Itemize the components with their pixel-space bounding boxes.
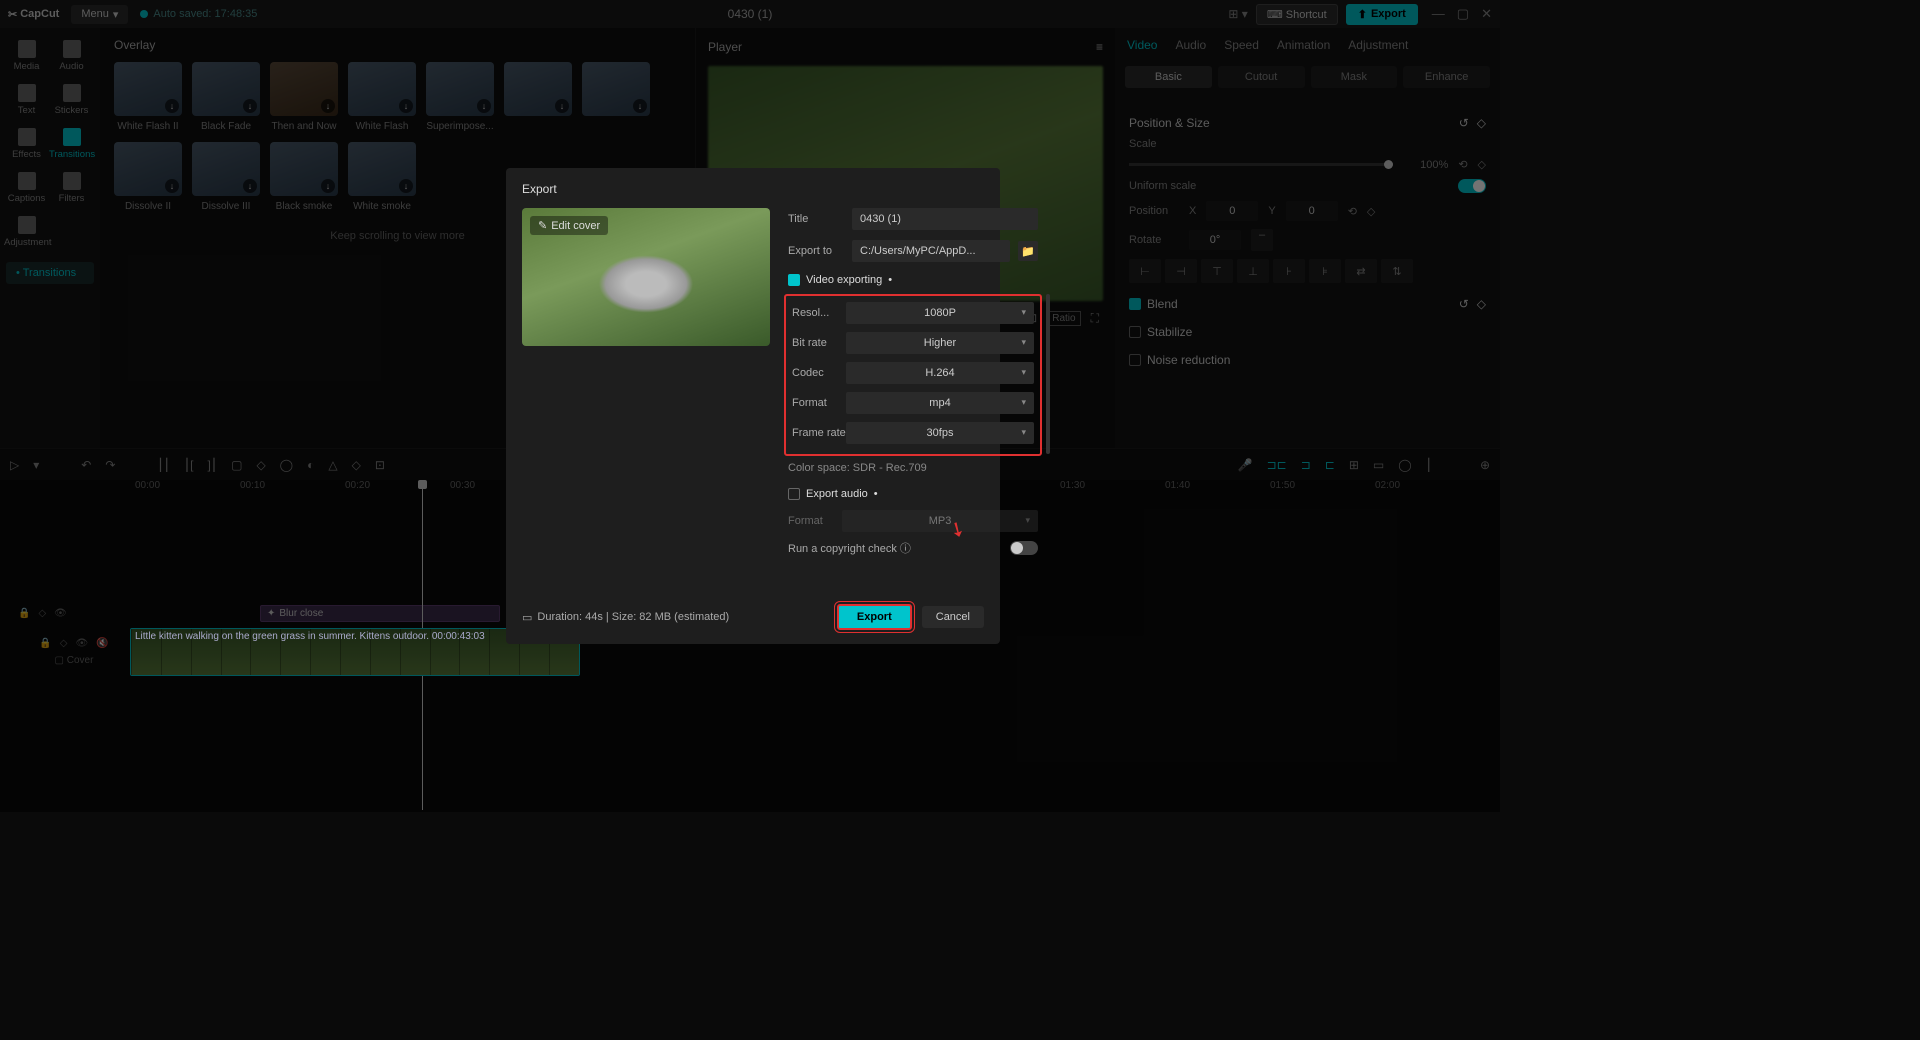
folder-icon[interactable]: 📁 [1018, 241, 1038, 261]
highlight-box: Resol...1080P Bit rateHigher CodecH.264 … [784, 294, 1042, 456]
bitrate-label: Bit rate [792, 337, 846, 349]
audio-format-select: MP3 [842, 510, 1038, 532]
export-confirm-button[interactable]: Export [837, 604, 912, 630]
cancel-button[interactable]: Cancel [922, 606, 984, 628]
export-dialog: Export ✎ Edit cover Title Export to📁 Vid… [506, 168, 1000, 644]
audio-export-checkbox[interactable] [788, 488, 800, 500]
title-input[interactable] [852, 208, 1038, 230]
framerate-select[interactable]: 30fps [846, 422, 1034, 444]
copyright-label: Run a copyright check ⓘ [788, 540, 911, 556]
framerate-label: Frame rate [792, 427, 846, 439]
codec-select[interactable]: H.264 [846, 362, 1034, 384]
codec-label: Codec [792, 367, 846, 379]
audio-format-label: Format [788, 515, 842, 527]
resolution-label: Resol... [792, 307, 846, 319]
export-cover-preview: ✎ Edit cover [522, 208, 770, 346]
format-label: Format [792, 397, 846, 409]
export-to-label: Export to [788, 245, 844, 257]
video-export-checkbox[interactable] [788, 274, 800, 286]
copyright-toggle[interactable] [1010, 541, 1038, 555]
edit-cover-button[interactable]: ✎ Edit cover [530, 216, 608, 235]
video-exporting-label: Video exporting [806, 274, 882, 286]
dialog-title: Export [522, 182, 984, 196]
color-space-label: Color space: SDR - Rec.709 [788, 462, 1038, 474]
kitten-image [599, 255, 694, 313]
export-audio-label: Export audio [806, 488, 868, 500]
resolution-select[interactable]: 1080P [846, 302, 1034, 324]
export-path-input[interactable] [852, 240, 1010, 262]
dialog-scrollbar[interactable] [1046, 294, 1050, 454]
title-label: Title [788, 213, 844, 225]
bitrate-select[interactable]: Higher [846, 332, 1034, 354]
duration-label: ▭ Duration: 44s | Size: 82 MB (estimated… [522, 611, 729, 624]
format-select[interactable]: mp4 [846, 392, 1034, 414]
